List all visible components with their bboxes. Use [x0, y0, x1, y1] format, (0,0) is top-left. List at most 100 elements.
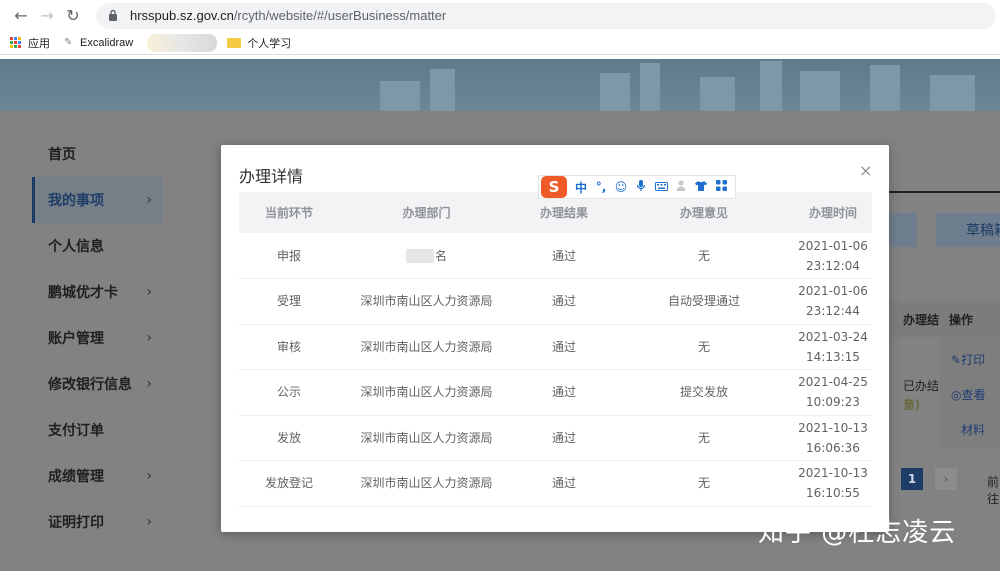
cell-dept: 深圳市南山区人力资源局 — [339, 369, 514, 416]
cell-opinion: 无 — [614, 415, 794, 461]
column-header-step: 当前环节 — [239, 192, 339, 233]
view-link[interactable]: ◎查看 — [951, 386, 986, 403]
eye-icon: ◎ — [951, 388, 962, 402]
punctuation-icon[interactable]: °, — [591, 180, 611, 194]
column-header-result: 办理结 — [903, 313, 940, 327]
divider — [889, 191, 1000, 193]
sogou-logo-icon[interactable]: S — [541, 176, 567, 198]
banner-building — [760, 61, 782, 111]
sidebar: 首页 我的事项 › 个人信息 鹏城优才卡 › 账户管理 › 修改银行信息 › 支付订单 … — [32, 131, 162, 545]
dialog-title: 办理详情 — [239, 167, 304, 186]
detail-table: 当前环节 办理部门 办理结果 办理意见 办理时间 申报 名 通过 无 2021-… — [239, 192, 872, 507]
toolbox-icon[interactable] — [711, 180, 731, 194]
banner-building — [930, 75, 975, 111]
cell-time: 2021-10-13 16:10:55 — [794, 460, 872, 507]
cell-opinion: 无 — [614, 233, 794, 279]
detail-dialog: 办理详情 × 当前环节 办理部门 办理结果 办理意见 办理时间 申报 名 通过 … — [221, 145, 889, 532]
bookmark-personal[interactable]: 个人学习 — [227, 35, 291, 51]
reload-icon[interactable]: ↻ — [60, 3, 86, 29]
zhihu-watermark: 知乎 @杜志凌云 — [758, 518, 957, 548]
table-row: 发放登记 深圳市南山区人力资源局 通过 无 2021-10-13 16:10:55 — [239, 460, 872, 507]
sidebar-item-label: 成绩管理 — [48, 469, 104, 485]
cell-opinion: 提交发放 — [614, 369, 794, 416]
sidebar-item-orders[interactable]: 支付订单 — [32, 407, 162, 453]
goto-label: 前往 — [987, 475, 1000, 506]
chevron-right-icon: › — [146, 468, 152, 484]
cell-step: 申报 — [239, 233, 339, 279]
banner-building — [700, 77, 735, 111]
cell-step: 公示 — [239, 369, 339, 416]
sidebar-item-account[interactable]: 账户管理 › — [32, 315, 162, 361]
banner-building — [600, 73, 630, 111]
sidebar-item-label: 账户管理 — [48, 331, 104, 347]
cell-dept: 深圳市南山区人力资源局 — [339, 415, 514, 461]
status-text-suffix: 意) — [903, 398, 920, 412]
emoji-icon[interactable]: ☺ — [611, 180, 631, 194]
ime-toolbar[interactable]: S 中 °, ☺ — [538, 175, 736, 199]
background-table-panel: 草稿箱 办理结 操作 已办结 意) ✎打印 ◎查看 材料 1 › 前往 — [889, 111, 1000, 571]
print-link[interactable]: ✎打印 — [951, 351, 985, 368]
chevron-right-icon: › — [146, 284, 152, 300]
column-header-time: 办理时间 — [794, 192, 872, 233]
ime-mode-toggle[interactable]: 中 — [571, 179, 591, 196]
sidebar-item-label: 个人信息 — [48, 239, 104, 255]
sidebar-item-home[interactable]: 首页 — [32, 131, 162, 177]
bookmark-apps[interactable]: 应用 — [10, 35, 50, 51]
back-icon[interactable]: ← — [8, 3, 34, 29]
cell-result: 通过 — [514, 324, 614, 370]
chevron-right-icon: › — [146, 514, 152, 530]
sidebar-item-talent-card[interactable]: 鹏城优才卡 › — [32, 269, 162, 315]
browser-chrome: ← → ↻ hrsspub.sz.gov.cn/rcyth/website/#/… — [0, 0, 1000, 59]
redacted-text — [405, 249, 434, 263]
user-icon[interactable] — [671, 180, 691, 194]
cell-result: 通过 — [514, 460, 614, 507]
pagination-current[interactable]: 1 — [901, 468, 923, 490]
material-link[interactable]: 材料 — [961, 421, 985, 438]
cell-result: 通过 — [514, 278, 614, 325]
banner-building — [430, 69, 455, 111]
sidebar-item-label: 修改银行信息 — [48, 377, 132, 393]
sidebar-item-scores[interactable]: 成绩管理 › — [32, 453, 162, 499]
cell-result: 通过 — [514, 415, 614, 461]
cell-time: 2021-01-06 23:12:04 — [794, 233, 872, 279]
drafts-button[interactable]: 草稿箱 — [936, 213, 1000, 247]
redacted-bookmark — [147, 33, 218, 52]
sidebar-item-my-matters[interactable]: 我的事项 › — [32, 177, 162, 223]
sidebar-item-personal-info[interactable]: 个人信息 — [32, 223, 162, 269]
cell-dept: 深圳市南山区人力资源局 — [339, 278, 514, 325]
folder-icon — [227, 37, 242, 48]
cell-time: 2021-03-24 14:13:15 — [794, 324, 872, 370]
close-icon[interactable]: × — [859, 161, 872, 180]
sidebar-item-label: 证明打印 — [48, 515, 104, 531]
sidebar-item-label: 鹏城优才卡 — [48, 285, 118, 301]
pagination-next[interactable]: › — [935, 468, 957, 490]
table-header: 办理结 操作 — [889, 301, 1000, 337]
bookmark-label: 个人学习 — [247, 37, 292, 50]
cell-time: 2021-10-13 16:06:36 — [794, 415, 872, 461]
bookmark-excalidraw[interactable]: ✎ Excalidraw — [64, 37, 133, 49]
banner-building — [640, 63, 660, 111]
cell-step: 发放登记 — [239, 460, 339, 507]
url-host: hrsspub.sz.gov.cn — [130, 8, 234, 23]
cell-step: 审核 — [239, 324, 339, 370]
table-row: 发放 深圳市南山区人力资源局 通过 无 2021-10-13 16:06:36 — [239, 415, 872, 461]
table-row: 受理 深圳市南山区人力资源局 通过 自动受理通过 2021-01-06 23:12… — [239, 278, 872, 325]
sidebar-item-certificate-print[interactable]: 证明打印 › — [32, 499, 162, 545]
header-banner — [0, 59, 1000, 111]
cell-result: 通过 — [514, 369, 614, 416]
forward-icon[interactable]: → — [34, 3, 60, 29]
chevron-right-icon: › — [146, 330, 152, 346]
banner-building — [380, 81, 420, 111]
address-row: ← → ↻ hrsspub.sz.gov.cn/rcyth/website/#/… — [0, 0, 1000, 31]
microphone-icon[interactable] — [631, 179, 651, 195]
sidebar-item-bank-info[interactable]: 修改银行信息 › — [32, 361, 162, 407]
url-bar[interactable]: hrsspub.sz.gov.cn/rcyth/website/#/userBu… — [96, 2, 996, 29]
skin-icon[interactable] — [691, 180, 711, 194]
bookmark-label: Excalidraw — [80, 36, 134, 49]
cell-time: 2021-04-25 10:09:23 — [794, 369, 872, 416]
pencil-icon: ✎ — [64, 36, 73, 48]
pencil-icon: ✎ — [951, 353, 962, 367]
search-button[interactable] — [889, 213, 917, 247]
keyboard-icon[interactable] — [651, 180, 671, 194]
cell-dept: 名 — [339, 233, 514, 279]
